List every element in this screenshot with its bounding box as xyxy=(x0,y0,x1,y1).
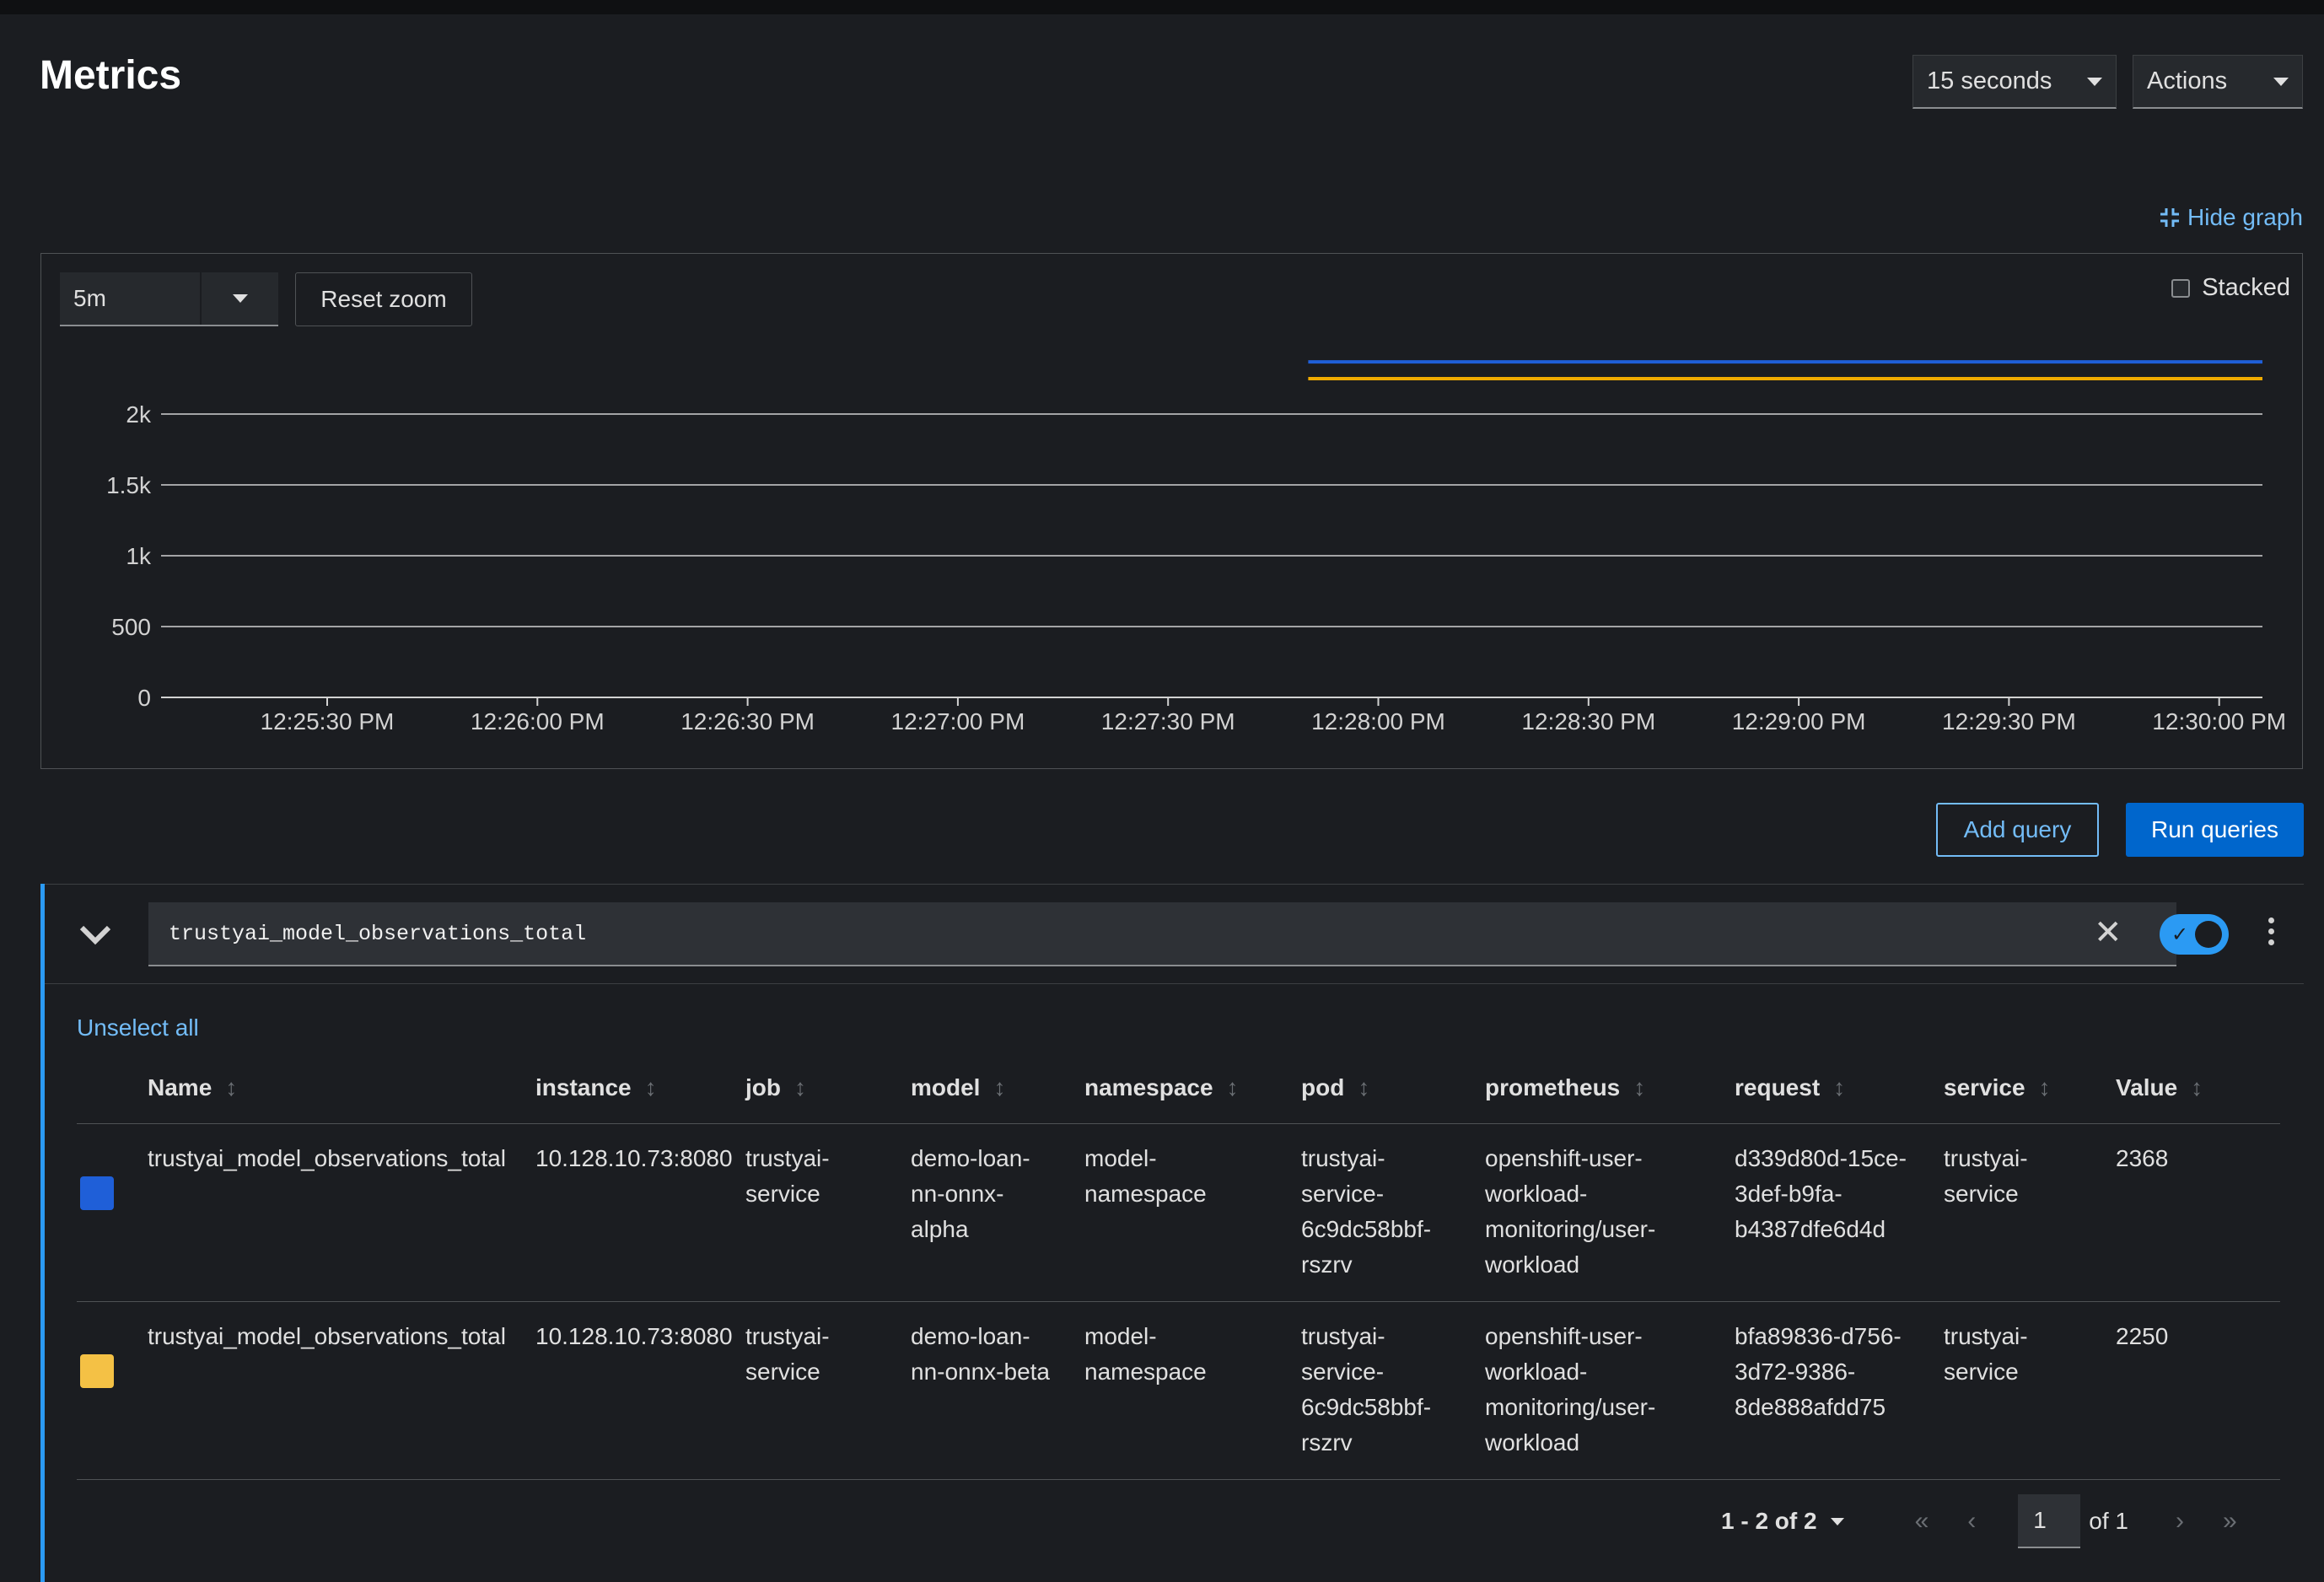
last-page-button[interactable]: » xyxy=(2223,1507,2237,1536)
query-enabled-toggle[interactable]: ✓ xyxy=(2160,914,2229,955)
x-tick-label: 12:29:30 PM xyxy=(1942,708,2076,734)
page-number-input[interactable]: 1 xyxy=(2018,1494,2081,1548)
table-header-row: Name ↕ instance ↕ job ↕ model ↕ namespace ↕ p… xyxy=(77,1052,2280,1124)
cell-namespace: model- namespace xyxy=(1084,1123,1301,1302)
time-range-toggle[interactable] xyxy=(202,272,278,325)
caret-down-icon xyxy=(2087,77,2102,86)
caret-down-icon xyxy=(1830,1517,1844,1526)
cell-pod: trustyai- service- 6c9dc58bbf- rszrv xyxy=(1301,1301,1485,1480)
cell-service: trustyai- service xyxy=(1944,1123,2116,1302)
chevron-down-icon[interactable] xyxy=(78,924,112,946)
cell-prometheus: openshift-user- workload- monitoring/use… xyxy=(1485,1301,1735,1480)
cell-pod: trustyai- service- 6c9dc58bbf- rszrv xyxy=(1301,1123,1485,1302)
clear-query-icon[interactable]: ✕ xyxy=(2094,916,2122,950)
actions-dropdown[interactable]: Actions xyxy=(2133,55,2303,109)
x-tick-label: 12:27:00 PM xyxy=(891,708,1025,734)
x-tick-label: 12:29:00 PM xyxy=(1732,708,1866,734)
x-tick-label: 12:27:30 PM xyxy=(1101,708,1235,734)
y-tick-label: 1.5k xyxy=(106,472,152,498)
cell-job: trustyai- service xyxy=(745,1301,911,1480)
y-tick-label: 0 xyxy=(137,685,151,711)
caret-down-icon xyxy=(232,294,248,303)
series-table: Name ↕ instance ↕ job ↕ model ↕ namespace ↕ p… xyxy=(77,1052,2280,1480)
column-header-pod[interactable]: pod ↕ xyxy=(1301,1052,1485,1124)
y-tick-label: 2k xyxy=(126,401,152,428)
y-tick-label: 500 xyxy=(111,614,151,640)
cell-job: trustyai- service xyxy=(745,1123,911,1302)
cell-request: bfa89836-d756- 3d72-9386- 8de888afdd75 xyxy=(1735,1301,1944,1480)
column-header-service[interactable]: service ↕ xyxy=(1944,1052,2116,1124)
cell-instance: 10.128.10.73:8080 xyxy=(535,1123,745,1302)
column-header-instance[interactable]: instance ↕ xyxy=(535,1052,745,1124)
query-expression-input[interactable]: trustyai_model_observations_total xyxy=(148,902,2176,966)
kebab-menu-icon[interactable] xyxy=(2262,917,2279,945)
page-title: Metrics xyxy=(40,53,182,98)
toggle-knob xyxy=(2195,921,2222,948)
swatch-cell xyxy=(77,1123,148,1302)
column-header-request[interactable]: request ↕ xyxy=(1735,1052,1944,1124)
refresh-interval-dropdown[interactable]: 15 seconds xyxy=(1912,55,2117,109)
table-row: trustyai_model_observations_total 10.128.… xyxy=(77,1301,2280,1480)
cell-model: demo-loan- nn-onnx-beta xyxy=(911,1301,1084,1480)
pagination-count-toggle[interactable]: 1 - 2 of 2 xyxy=(1721,1508,1844,1535)
x-tick-label: 12:25:30 PM xyxy=(261,708,395,734)
swatch-header xyxy=(77,1052,148,1124)
cell-instance: 10.128.10.73:8080 xyxy=(535,1301,745,1480)
divider xyxy=(45,983,2304,984)
refresh-interval-label: 15 seconds xyxy=(1927,67,2052,94)
cell-request: d339d80d-15ce- 3def-b9fa- b4387dfe6d4d xyxy=(1735,1123,1944,1302)
x-tick-label: 12:28:30 PM xyxy=(1521,708,1655,734)
add-query-button[interactable]: Add query xyxy=(1936,803,2099,857)
cell-model: demo-loan- nn-onnx- alpha xyxy=(911,1123,1084,1302)
column-header-name[interactable]: Name ↕ xyxy=(148,1052,535,1124)
actions-label: Actions xyxy=(2147,67,2228,94)
cell-value: 2368 xyxy=(2116,1123,2280,1302)
hide-graph-link[interactable]: Hide graph xyxy=(2159,204,2303,231)
top-strip xyxy=(0,0,2324,14)
time-range-select[interactable]: 5m xyxy=(60,272,278,326)
divider xyxy=(45,884,2304,885)
column-header-model[interactable]: model ↕ xyxy=(911,1052,1084,1124)
next-page-button[interactable]: › xyxy=(2176,1507,2184,1536)
series-color-swatch[interactable] xyxy=(80,1176,114,1210)
cell-prometheus: openshift-user- workload- monitoring/use… xyxy=(1485,1123,1735,1302)
graph-panel: 0 500 1k 1.5k 2k 12:25:30 PM 12:26:00 PM 12:26… xyxy=(40,253,2303,769)
stacked-checkbox-group[interactable]: Stacked xyxy=(2171,274,2290,302)
x-tick-label: 12:26:30 PM xyxy=(681,708,815,734)
first-page-button[interactable]: « xyxy=(1915,1507,1929,1536)
stacked-checkbox[interactable] xyxy=(2171,278,2191,298)
x-tick-label: 12:28:00 PM xyxy=(1311,708,1445,734)
hide-graph-label: Hide graph xyxy=(2187,204,2303,230)
cell-namespace: model- namespace xyxy=(1084,1301,1301,1480)
y-tick-label: 1k xyxy=(126,543,152,569)
column-header-namespace[interactable]: namespace ↕ xyxy=(1084,1052,1301,1124)
column-header-value[interactable]: Value ↕ xyxy=(2116,1052,2280,1124)
caret-down-icon xyxy=(2273,77,2289,86)
reset-zoom-button[interactable]: Reset zoom xyxy=(295,272,472,326)
x-tick-label: 12:30:00 PM xyxy=(2152,708,2286,734)
pagination: 1 - 2 of 2 « ‹ 1 of 1 › » xyxy=(1721,1494,2237,1548)
cell-value: 2250 xyxy=(2116,1301,2280,1480)
table-row: trustyai_model_observations_total 10.128.… xyxy=(77,1123,2280,1302)
cell-name: trustyai_model_observations_total xyxy=(148,1123,535,1302)
cell-service: trustyai- service xyxy=(1944,1301,2116,1480)
unselect-all-link[interactable]: Unselect all xyxy=(77,1014,199,1041)
series-color-swatch[interactable] xyxy=(80,1354,114,1388)
check-icon: ✓ xyxy=(2171,923,2189,946)
page-total-label: of 1 xyxy=(2089,1508,2128,1534)
metrics-line-chart: 0 500 1k 1.5k 2k 12:25:30 PM 12:26:00 PM 12:26… xyxy=(106,360,2286,734)
x-tick-label: 12:26:00 PM xyxy=(471,708,605,734)
compress-icon xyxy=(2160,208,2179,227)
time-range-value: 5m xyxy=(60,272,202,325)
cell-name: trustyai_model_observations_total xyxy=(148,1301,535,1480)
column-header-prometheus[interactable]: prometheus ↕ xyxy=(1485,1052,1735,1124)
column-header-job[interactable]: job ↕ xyxy=(745,1052,911,1124)
stacked-label: Stacked xyxy=(2202,274,2290,301)
query-panel: trustyai_model_observations_total ✕ ✓ Un… xyxy=(40,884,2304,1582)
swatch-cell xyxy=(77,1301,148,1480)
run-queries-button[interactable]: Run queries xyxy=(2126,803,2304,857)
pagination-range: 1 - 2 of 2 xyxy=(1721,1508,1817,1534)
prev-page-button[interactable]: ‹ xyxy=(1967,1507,1976,1536)
